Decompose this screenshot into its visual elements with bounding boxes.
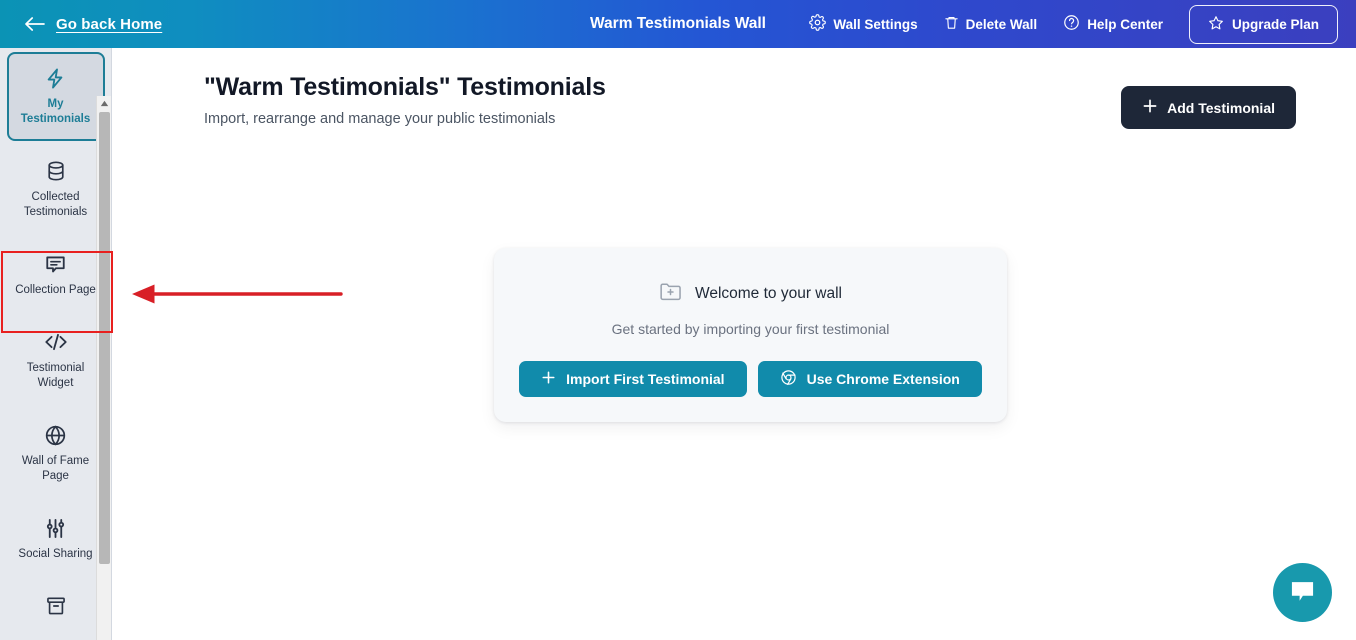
upgrade-plan-label: Upgrade Plan [1231,16,1319,32]
help-center-label: Help Center [1087,16,1163,32]
delete-wall-label: Delete Wall [965,16,1038,32]
sidebar-item-label: Testimonial Widget [26,362,85,389]
code-brackets-icon [43,330,69,354]
go-back-home-label: Go back Home [56,15,163,33]
message-square-icon [44,252,67,276]
database-icon [45,159,67,183]
sidebar-item-collected-testimonials[interactable]: Collected Testimonials [7,145,105,234]
scrollbar-up-button[interactable] [97,96,111,111]
gear-icon [809,14,827,34]
welcome-empty-state-card: Welcome to your wall Get started by impo… [494,248,1007,422]
sidebar-item-archive[interactable] [7,580,105,639]
go-back-home-link[interactable]: Go back Home [24,16,162,33]
help-center-button[interactable]: Help Center [1063,14,1163,34]
sidebar-item-label: Collection Page [15,284,96,296]
welcome-actions: Import First Testimonial Use Chrome Exte… [519,361,982,397]
import-first-testimonial-button[interactable]: Import First Testimonial [519,361,747,397]
chrome-icon [780,369,797,389]
welcome-subtitle: Get started by importing your first test… [611,321,890,337]
chat-bubble-icon [1289,579,1316,607]
plus-icon [1142,98,1158,117]
wall-settings-button[interactable]: Wall Settings [809,14,918,34]
add-testimonial-button[interactable]: Add Testimonial [1121,86,1296,129]
star-icon [1208,15,1224,34]
chat-widget-button[interactable] [1273,563,1332,622]
header-actions: Wall Settings Delete Wall Help Center Up… [809,4,1338,44]
lightning-bolt-icon [44,66,67,90]
scrollbar-thumb[interactable] [99,112,110,564]
sidebar-item-list: My Testimonials Collected Testimonials C… [0,48,111,639]
sidebar-item-label: Social Sharing [18,548,93,560]
globe-icon [44,423,67,447]
main-content: "Warm Testimonials" Testimonials Import,… [113,48,1356,640]
plus-icon [541,370,556,388]
sliders-icon [44,516,67,540]
sidebar-item-my-testimonials[interactable]: My Testimonials [6,52,105,141]
use-chrome-extension-button[interactable]: Use Chrome Extension [757,361,982,397]
sidebar-item-label: My Testimonials [20,98,91,125]
sidebar-item-label: Collected Testimonials [23,191,88,218]
welcome-title: Welcome to your wall [694,285,842,302]
use-chrome-extension-label: Use Chrome Extension [806,371,960,387]
delete-wall-button[interactable]: Delete Wall [944,14,1038,34]
welcome-title-row: Welcome to your wall [659,281,842,307]
sidebar-scrollbar[interactable] [96,96,111,640]
page-title: "Warm Testimonials" Testimonials [204,73,606,101]
upgrade-plan-button[interactable]: Upgrade Plan [1188,4,1338,44]
sidebar-item-label: Wall of Fame Page [21,455,90,482]
sidebar-item-collection-page[interactable]: Collection Page [7,238,105,312]
add-testimonial-label: Add Testimonial [1167,99,1275,116]
top-header-bar: Go back Home Warm Testimonials Wall Wall… [0,0,1356,48]
sidebar-item-testimonial-widget[interactable]: Testimonial Widget [7,316,105,405]
import-first-testimonial-label: Import First Testimonial [566,371,725,387]
sidebar-item-wall-of-fame-page[interactable]: Wall of Fame Page [7,409,105,498]
sidebar-item-social-sharing[interactable]: Social Sharing [7,502,105,576]
archive-icon [45,594,67,618]
folder-plus-icon [659,281,682,307]
trash-icon [944,14,959,34]
left-sidebar: My Testimonials Collected Testimonials C… [0,48,112,640]
arrow-left-icon [24,16,46,32]
page-subtitle: Import, rearrange and manage your public… [204,111,556,127]
question-circle-icon [1063,14,1080,34]
wall-settings-label: Wall Settings [833,16,918,32]
page-header: "Warm Testimonials" Testimonials Import,… [204,73,606,127]
